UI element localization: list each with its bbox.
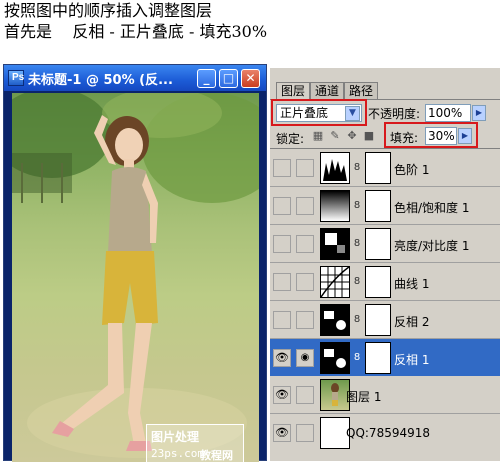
fill-label: 填充: xyxy=(390,131,419,145)
layer-row-curves[interactable]: 8 曲线 1 xyxy=(270,263,500,301)
close-button[interactable]: ✕ xyxy=(241,69,260,88)
layer-row-invert-1[interactable]: 👁 ◉ 8 反相 1 xyxy=(270,339,500,377)
fill-slider-arrow-icon[interactable]: ▶ xyxy=(458,128,472,144)
lock-transparency-icon[interactable]: ▦ xyxy=(312,130,324,142)
layer-mask-thumb[interactable] xyxy=(365,228,391,260)
tab-channels[interactable]: 通道 xyxy=(310,82,345,99)
layer-name: 曲线 1 xyxy=(394,277,430,291)
link-toggle[interactable] xyxy=(296,311,314,329)
layer-name: 色相/饱和度 1 xyxy=(394,201,470,215)
layer-name: 色阶 1 xyxy=(394,163,430,177)
link-toggle[interactable] xyxy=(296,159,314,177)
layer-name: 反相 1 xyxy=(394,353,430,367)
opacity-input[interactable]: 100% xyxy=(425,104,471,122)
layer-mask-thumb[interactable] xyxy=(365,152,391,184)
layer-row-levels[interactable]: 8 色阶 1 xyxy=(270,149,500,187)
layer-name: 图层 1 xyxy=(346,390,382,404)
instruction-line-1: 按照图中的顺序插入调整图层 xyxy=(4,1,213,20)
layer-row-invert-2[interactable]: 8 反相 2 xyxy=(270,301,500,339)
layer-name: 反相 2 xyxy=(394,315,430,329)
link-toggle[interactable] xyxy=(296,235,314,253)
layer-row-background[interactable]: 👁 QQ:78594918 xyxy=(270,414,500,454)
chain-icon: 8 xyxy=(353,314,361,325)
watermark: 图片处理 23ps.com 教程网 xyxy=(146,424,244,462)
eye-icon[interactable]: 👁 xyxy=(273,386,291,404)
watermark-text-2: 23ps.com xyxy=(151,447,204,460)
photoshop-app-icon: Ps xyxy=(8,70,24,86)
link-toggle[interactable] xyxy=(296,386,314,404)
layer-mask-thumb[interactable] xyxy=(365,190,391,222)
layer-name: QQ:78594918 xyxy=(346,426,431,440)
layer-mask-thumb[interactable] xyxy=(365,266,391,298)
brush-icon[interactable]: ◉ xyxy=(296,349,314,367)
document-window: Ps 未标题-1 @ 50% (反... _ □ ✕ 图片处理 23ps.com… xyxy=(3,64,267,462)
chain-icon: 8 xyxy=(353,276,361,287)
eye-icon[interactable]: 👁 xyxy=(273,349,291,367)
curves-grid-icon xyxy=(320,266,350,298)
opacity-label: 不透明度: xyxy=(368,107,421,121)
photo-girl-in-park xyxy=(12,93,259,458)
watermark-text-3: 教程网 xyxy=(200,449,233,462)
link-toggle[interactable] xyxy=(296,273,314,291)
document-canvas[interactable]: 图片处理 23ps.com 教程网 xyxy=(12,93,259,462)
invert-icon xyxy=(320,342,350,374)
layer-mask-thumb[interactable] xyxy=(365,342,391,374)
layer-row-brightness-contrast[interactable]: 8 亮度/对比度 1 xyxy=(270,225,500,263)
visibility-toggle[interactable] xyxy=(273,235,291,253)
watermark-text-1: 图片处理 xyxy=(151,430,200,444)
chain-icon: 8 xyxy=(353,238,361,249)
lock-all-icon[interactable]: ■ xyxy=(363,130,375,142)
eye-icon[interactable]: 👁 xyxy=(273,424,291,442)
visibility-toggle[interactable] xyxy=(273,311,291,329)
chain-icon: 8 xyxy=(353,200,361,211)
link-toggle[interactable] xyxy=(296,424,314,442)
visibility-toggle[interactable] xyxy=(273,159,291,177)
layers-list-lower: 👁 图层 1 👁 QQ:78594918 xyxy=(270,376,500,461)
chevron-down-icon[interactable]: ▼ xyxy=(345,106,360,121)
instruction-line-2: 首先是 反相 - 正片叠底 - 填充30% xyxy=(4,22,268,41)
visibility-toggle[interactable] xyxy=(273,197,291,215)
fill-input[interactable]: 30% xyxy=(425,127,457,145)
minimize-button[interactable]: _ xyxy=(197,69,216,88)
chain-icon: 8 xyxy=(353,352,361,363)
layer-row-hue-saturation[interactable]: 8 色相/饱和度 1 xyxy=(270,187,500,225)
opacity-slider-arrow-icon[interactable]: ▶ xyxy=(472,105,486,121)
window-title: 未标题-1 @ 50% (反... xyxy=(28,73,173,88)
brightness-contrast-icon xyxy=(320,228,350,260)
layer-row-layer-1[interactable]: 👁 图层 1 xyxy=(270,376,500,414)
visibility-toggle[interactable] xyxy=(273,273,291,291)
maximize-button[interactable]: □ xyxy=(219,69,238,88)
lock-pixels-icon[interactable]: ✎ xyxy=(329,130,341,142)
lock-position-icon[interactable]: ✥ xyxy=(346,130,358,142)
levels-histogram-icon xyxy=(320,152,350,184)
tab-paths[interactable]: 路径 xyxy=(344,82,379,99)
hue-saturation-icon xyxy=(320,190,350,222)
panel-tabs: 图层 通道 路径 xyxy=(270,82,500,100)
invert-icon xyxy=(320,304,350,336)
link-toggle[interactable] xyxy=(296,197,314,215)
chain-icon: 8 xyxy=(353,162,361,173)
layer-name: 亮度/对比度 1 xyxy=(394,239,470,253)
window-titlebar[interactable]: Ps 未标题-1 @ 50% (反... _ □ ✕ xyxy=(4,65,266,91)
layers-list: 8 色阶 1 8 色相/饱和度 1 8 亮度/对比度 1 8 曲线 1 8 反相… xyxy=(270,148,500,394)
lock-label: 锁定: xyxy=(276,132,305,146)
layer-mask-thumb[interactable] xyxy=(365,304,391,336)
blend-mode-select[interactable]: 正片叠底 ▼ xyxy=(276,104,362,122)
blend-mode-value: 正片叠底 xyxy=(280,106,329,120)
tab-layers[interactable]: 图层 xyxy=(276,82,311,100)
